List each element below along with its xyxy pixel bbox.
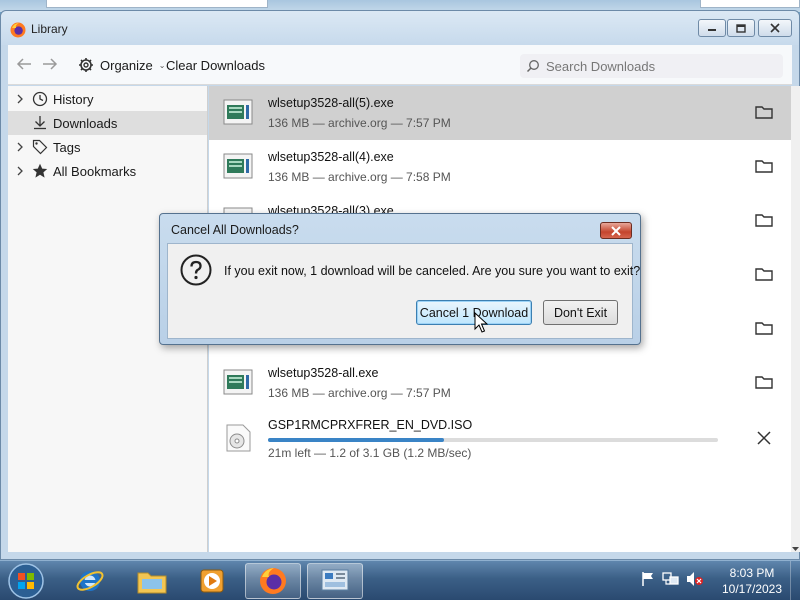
organize-button[interactable]: Organize ⌄: [74, 53, 169, 77]
file-explorer-icon: [137, 572, 167, 594]
star-icon: [32, 163, 48, 178]
dialog-message: If you exit now, 1 download will be canc…: [224, 264, 641, 278]
chevron-right-icon[interactable]: [14, 92, 26, 106]
clock-icon: [32, 91, 48, 107]
cancel-download-icon[interactable]: [755, 430, 773, 446]
firefox-icon: [260, 568, 286, 594]
taskbar: 8:03 PM 10/17/2023: [0, 560, 800, 600]
close-icon: [611, 225, 621, 236]
action-center-flag-icon[interactable]: [640, 571, 656, 587]
download-status: 21m left — 1.2 of 3.1 GB (1.2 MB/sec): [268, 446, 472, 460]
dont-exit-button[interactable]: Don't Exit: [543, 300, 618, 325]
download-item[interactable]: wlsetup3528-all(5).exe 136 MB — archive.…: [209, 86, 791, 140]
sidebar-item-tags[interactable]: Tags: [8, 135, 207, 159]
firefox-icon: [10, 22, 26, 38]
folder-icon[interactable]: [755, 266, 773, 282]
question-icon: [180, 254, 212, 286]
search-box[interactable]: [520, 54, 783, 78]
download-filename: wlsetup3528-all.exe: [268, 366, 379, 380]
search-icon: [526, 60, 539, 73]
taskbar-app-internet-explorer[interactable]: [62, 563, 118, 599]
title-bar[interactable]: Library: [1, 11, 799, 45]
background-window: [46, 0, 268, 8]
organize-label: Organize: [100, 57, 153, 73]
sidebar-item-all-bookmarks[interactable]: All Bookmarks: [8, 159, 207, 183]
background-window: [700, 0, 800, 8]
close-icon: [770, 23, 780, 33]
cancel-downloads-dialog: Cancel All Downloads? If you exit now, 1…: [159, 213, 641, 345]
show-desktop-button[interactable]: [790, 561, 800, 600]
folder-icon[interactable]: [755, 320, 773, 336]
dialog-title: Cancel All Downloads?: [171, 223, 299, 237]
download-status: 136 MB — archive.org — 7:58 PM: [268, 170, 451, 184]
minimize-button[interactable]: [698, 19, 726, 37]
gear-icon: [79, 58, 93, 72]
sidebar-item-label: History: [53, 92, 94, 107]
chevron-right-icon[interactable]: [14, 140, 26, 154]
search-input[interactable]: [546, 58, 776, 74]
sidebar-item-downloads[interactable]: Downloads: [8, 111, 207, 135]
volume-muted-icon[interactable]: [686, 571, 704, 587]
exe-file-icon: [223, 369, 253, 395]
download-item-in-progress[interactable]: GSP1RMCPRXFRER_EN_DVD.ISO 21m left — 1.2…: [209, 410, 791, 474]
scroll-down-arrow-icon[interactable]: [791, 545, 800, 553]
download-status: 136 MB — archive.org — 7:57 PM: [268, 116, 451, 130]
chevron-right-icon[interactable]: [14, 164, 26, 178]
clock-time: 8:03 PM: [729, 566, 775, 580]
taskbar-app-media-player[interactable]: [184, 563, 240, 599]
dialog-body: If you exit now, 1 download will be canc…: [167, 243, 640, 339]
vertical-scrollbar[interactable]: [791, 86, 800, 552]
close-button[interactable]: [758, 19, 792, 37]
system-tray: [640, 571, 704, 587]
clock-date: 10/17/2023: [721, 582, 783, 596]
taskbar-app-explorer[interactable]: [124, 563, 180, 599]
sidebar-item-label: All Bookmarks: [53, 164, 137, 179]
start-button-icon[interactable]: [6, 562, 46, 600]
control-panel-icon: [321, 569, 349, 591]
sidebar-item-label: Tags: [53, 140, 81, 155]
media-player-icon: [200, 569, 224, 593]
download-status: 136 MB — archive.org — 7:57 PM: [268, 386, 451, 400]
minimize-icon: [708, 29, 716, 31]
download-progress-bar: [268, 438, 718, 442]
dialog-close-button[interactable]: [600, 222, 632, 239]
download-filename: wlsetup3528-all(5).exe: [268, 96, 394, 110]
folder-icon[interactable]: [755, 158, 773, 174]
taskbar-app-firefox[interactable]: [245, 563, 301, 599]
tag-icon: [32, 139, 48, 155]
download-icon: [34, 116, 46, 130]
sidebar-item-label: Downloads: [53, 116, 118, 131]
download-item[interactable]: wlsetup3528-all.exe 136 MB — archive.org…: [209, 356, 791, 410]
download-item[interactable]: wlsetup3528-all(4).exe 136 MB — archive.…: [209, 140, 791, 194]
folder-icon[interactable]: [755, 212, 773, 228]
sidebar-item-history[interactable]: History: [8, 87, 207, 111]
download-filename: wlsetup3528-all(4).exe: [268, 150, 394, 164]
download-filename: GSP1RMCPRXFRER_EN_DVD.ISO: [268, 418, 473, 432]
network-icon[interactable]: [662, 571, 680, 587]
download-progress-fill: [268, 438, 444, 442]
maximize-button[interactable]: [727, 19, 755, 37]
toolbar: Organize ⌄ Clear Downloads: [8, 45, 792, 85]
mouse-cursor-icon: [474, 312, 488, 333]
internet-explorer-icon: [76, 571, 104, 591]
maximize-icon: [736, 23, 746, 33]
exe-file-icon: [223, 99, 253, 125]
back-arrow-icon[interactable]: [16, 57, 32, 71]
taskbar-app-control-panel[interactable]: [307, 563, 363, 599]
folder-icon[interactable]: [755, 374, 773, 390]
window-title: Library: [31, 22, 68, 36]
taskbar-clock[interactable]: 8:03 PM 10/17/2023: [712, 565, 792, 597]
clear-downloads-label: Clear Downloads: [166, 57, 265, 73]
forward-arrow-icon[interactable]: [42, 57, 58, 71]
exe-file-icon: [223, 153, 253, 179]
chevron-down-icon: ⌄: [158, 60, 166, 70]
disc-image-icon: [226, 424, 251, 452]
folder-icon[interactable]: [755, 104, 773, 120]
clear-downloads-button[interactable]: Clear Downloads: [166, 53, 265, 77]
